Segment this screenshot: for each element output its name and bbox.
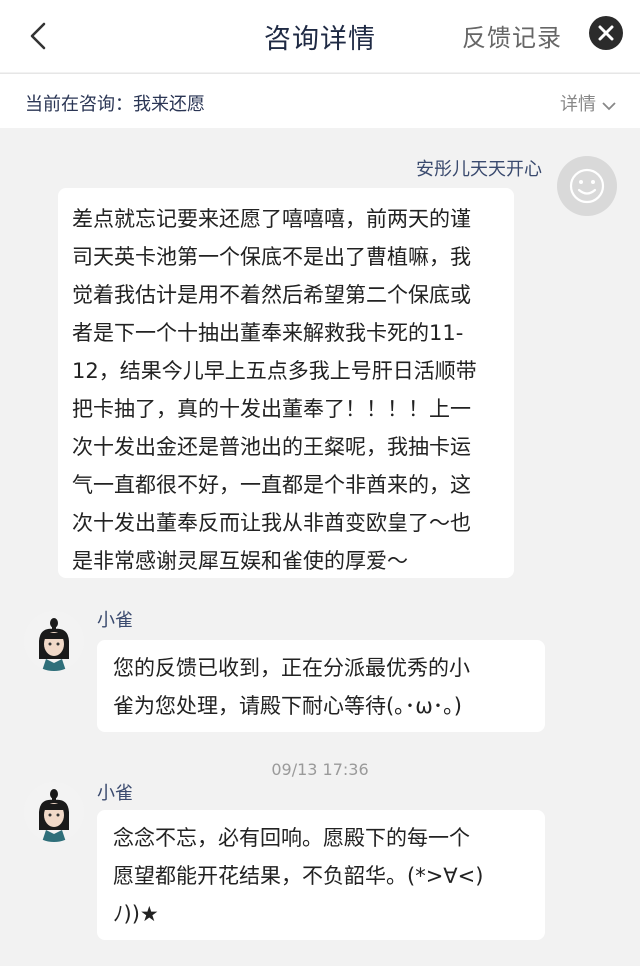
character-portrait-icon [24, 782, 84, 842]
message-line: 雀为您处理，请殿下耐心等待(｡･ω･｡) [113, 694, 462, 718]
message-line: 觉着我估计是用不着然后希望第二个保底或 [72, 283, 471, 307]
message-timestamp: 09/13 17:36 [271, 760, 369, 779]
message-line: 者是下一个十抽出董奉来解救我卡死的11- [72, 321, 464, 345]
agent-message-bubble: 您的反馈已收到，正在分派最优秀的小 雀为您处理，请殿下耐心等待(｡･ω･｡) [97, 640, 545, 732]
user-message-bubble: 差点就忘记要来还愿了嘻嘻嘻，前两天的谨 司天英卡池第一个保底不是出了曹植嘛，我 … [58, 188, 514, 578]
user-avatar[interactable] [557, 156, 617, 216]
message-line: 您的反馈已收到，正在分派最优秀的小 [113, 656, 470, 680]
close-icon [598, 25, 614, 41]
message-line: 差点就忘记要来还愿了嘻嘻嘻，前两天的谨 [72, 207, 471, 231]
message-line: 把卡抽了，真的十发出董奉了！！！！上一 [72, 397, 471, 421]
message-line: 次十发出金还是普池出的王粲呢，我抽卡运 [72, 435, 471, 459]
smiley-icon [569, 168, 605, 204]
feedback-record-button[interactable]: 反馈记录 [462, 18, 562, 53]
current-consultation-label: 当前在咨询：我来还愿 [25, 94, 205, 115]
chevron-down-icon [602, 95, 616, 116]
details-label: 详情 [560, 94, 596, 115]
message-line: ﾉ))★ [113, 902, 159, 926]
details-toggle[interactable]: 详情 [560, 90, 616, 116]
message-line: 气一直都很不好，一直都是个非酋来的，这 [72, 473, 471, 497]
agent-name: 小雀 [97, 610, 133, 631]
message-line: 12，结果今儿早上五点多我上号肝日活顺带 [72, 359, 477, 383]
header-bar: 咨询详情 反馈记录 [0, 0, 640, 72]
character-portrait-icon [24, 611, 84, 671]
message-line: 念念不忘，必有回响。愿殿下的每一个 [113, 826, 470, 850]
message-line: 司天英卡池第一个保底不是出了曹植嘛，我 [72, 245, 471, 269]
agent-name: 小雀 [97, 783, 133, 804]
consultation-bar: 当前在咨询：我来还愿 详情 [0, 73, 640, 128]
agent-avatar[interactable] [24, 782, 84, 842]
chevron-left-icon [30, 22, 46, 50]
agent-message-bubble: 念念不忘，必有回响。愿殿下的每一个 愿望都能开花结果，不负韶华。(*>∀<) ﾉ… [97, 810, 545, 940]
message-line: 愿望都能开花结果，不负韶华。(*>∀<) [113, 864, 484, 888]
message-line: 是非常感谢灵犀互娱和雀使的厚爱～ [72, 549, 408, 573]
agent-avatar[interactable] [24, 611, 84, 671]
message-line: 次十发出董奉反而让我从非酋变欧皇了～也 [72, 511, 471, 535]
close-button[interactable] [589, 16, 623, 50]
back-button[interactable] [26, 20, 54, 52]
user-name: 安彤儿天天开心 [416, 159, 542, 180]
